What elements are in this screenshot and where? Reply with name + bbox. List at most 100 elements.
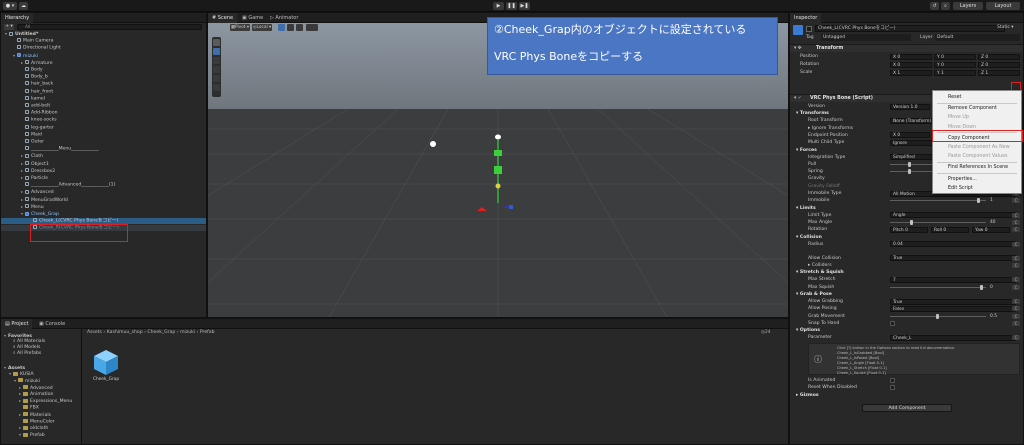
account-button[interactable]: ● ▾ bbox=[3, 2, 17, 10]
menu-item[interactable]: Paste Component As New bbox=[933, 143, 1021, 152]
hierarchy-item[interactable]: ▸ Cloth bbox=[1, 153, 206, 159]
slider-value[interactable]: 0.5 bbox=[990, 313, 997, 320]
physbone-field[interactable]: X 0 bbox=[890, 132, 930, 139]
menu-item[interactable]: Remove Component bbox=[933, 104, 1021, 113]
cloud-icon[interactable]: ☁ bbox=[19, 2, 28, 10]
hierarchy-item[interactable]: ▾ Cheek_Grap bbox=[1, 211, 206, 217]
hierarchy-item[interactable]: hair_back bbox=[1, 81, 206, 87]
transform-position-field[interactable]: X 0 bbox=[890, 53, 932, 60]
physbone-checkbox[interactable] bbox=[890, 320, 895, 326]
rotate-tool-icon[interactable] bbox=[213, 57, 220, 64]
menu-item[interactable]: Move Up bbox=[933, 113, 1021, 122]
curve-button[interactable]: C bbox=[1012, 299, 1020, 304]
tab-game[interactable]: ▣ Game bbox=[238, 13, 267, 23]
slider-knob[interactable] bbox=[936, 313, 939, 319]
curve-button[interactable]: C bbox=[1012, 241, 1020, 247]
project-folder-item[interactable]: ▸ oldcloth bbox=[1, 425, 81, 431]
curve-button[interactable]: C bbox=[1012, 284, 1020, 290]
grid-toggle-button[interactable] bbox=[287, 24, 294, 31]
layer-dropdown[interactable]: Default bbox=[935, 34, 1020, 41]
pause-button[interactable]: ❚❚ bbox=[506, 2, 517, 10]
hierarchy-item[interactable]: ▸ Advanced bbox=[1, 189, 206, 195]
transform-rotation-field[interactable]: Y 0 bbox=[934, 61, 976, 68]
project-folder-item[interactable]: ▾ Prefab bbox=[1, 432, 81, 438]
hierarchy-item[interactable]: ____________Menu____________ bbox=[1, 146, 206, 152]
curve-button[interactable]: C bbox=[1012, 263, 1020, 269]
physbone-section[interactable]: ▾ Options bbox=[790, 327, 1023, 334]
hierarchy-item[interactable]: ▸ Particle bbox=[1, 175, 206, 181]
hierarchy-item[interactable]: Directional Light bbox=[1, 45, 206, 51]
layers-dropdown[interactable]: Layers bbox=[953, 2, 983, 10]
scale-tool-icon[interactable] bbox=[213, 66, 220, 73]
transform-scale-field[interactable]: Z 1 bbox=[978, 69, 1020, 76]
project-folder-item[interactable]: ▸ Expressions_Menu bbox=[1, 398, 81, 404]
menu-item[interactable]: Edit Script bbox=[933, 184, 1021, 193]
project-folder-item[interactable]: ▾ mizuki bbox=[1, 378, 81, 384]
transform-position-field[interactable]: Y 0 bbox=[934, 53, 976, 60]
hierarchy-item[interactable]: Body bbox=[1, 67, 206, 73]
transform-scale-field[interactable]: Y 1 bbox=[934, 69, 976, 76]
transform-rotation-field[interactable]: X 0 bbox=[890, 61, 932, 68]
tab-project[interactable]: ▤ Project bbox=[1, 319, 33, 329]
hierarchy-item[interactable]: Main Camera bbox=[1, 38, 206, 44]
hierarchy-item[interactable]: Outer bbox=[1, 139, 206, 145]
physbone-field[interactable]: True bbox=[890, 298, 1016, 305]
move-tool-icon[interactable] bbox=[213, 48, 220, 55]
slider-knob[interactable] bbox=[977, 198, 981, 204]
menu-item[interactable]: Reset bbox=[933, 93, 1021, 102]
rect-tool-icon[interactable] bbox=[213, 75, 220, 82]
static-dropdown[interactable]: Static ▾ bbox=[997, 25, 1014, 30]
asset-tile[interactable]: Cheek_Grap bbox=[89, 348, 123, 388]
project-folder-item[interactable]: MenuColor bbox=[1, 418, 81, 425]
curve-button[interactable]: C bbox=[1012, 320, 1020, 326]
physbone-field[interactable]: Cheek_L bbox=[890, 334, 1016, 341]
layout-dropdown[interactable]: Layout bbox=[986, 2, 1020, 10]
transform-position-field[interactable]: Z 0 bbox=[978, 53, 1020, 60]
curve-button[interactable]: C bbox=[1012, 198, 1020, 204]
project-folder-item[interactable]: ▸ Materials bbox=[1, 412, 81, 418]
play-button[interactable]: ▶ bbox=[493, 2, 504, 10]
physbone-slider[interactable] bbox=[890, 221, 986, 223]
tab-animator[interactable]: ▷ Animator bbox=[266, 13, 302, 23]
curve-button[interactable]: C bbox=[1012, 313, 1020, 319]
physbone-section[interactable]: ▾ Grab & Pose bbox=[790, 291, 1023, 298]
favorite-item[interactable]: ⌕ All Prefabs bbox=[1, 351, 81, 357]
roll-field[interactable]: Roll 0 bbox=[931, 226, 969, 233]
physbone-slider[interactable] bbox=[890, 286, 986, 288]
tab-hierarchy[interactable]: Hierarchy bbox=[1, 13, 34, 23]
hierarchy-item[interactable]: ▸ Armature bbox=[1, 60, 206, 66]
physbone-field[interactable]: False bbox=[890, 305, 1016, 312]
add-component-button[interactable]: Add Component bbox=[862, 404, 952, 413]
hierarchy-item[interactable]: add-belt bbox=[1, 103, 206, 109]
slider-knob[interactable] bbox=[908, 169, 912, 175]
hierarchy-item[interactable]: ▾ mizuki bbox=[1, 53, 206, 59]
hierarchy-item[interactable]: ▸ Dressbox2 bbox=[1, 168, 206, 174]
pivot-dropdown[interactable]: ▦Pivot ▾ bbox=[230, 24, 250, 31]
hierarchy-item[interactable]: ▸ Object1 bbox=[1, 161, 206, 167]
physbone-field[interactable]: 0.04 bbox=[890, 241, 1016, 247]
curve-button[interactable]: C bbox=[1012, 212, 1020, 218]
active-checkbox[interactable] bbox=[806, 26, 812, 32]
render-mode-button[interactable] bbox=[306, 24, 318, 31]
slider-knob[interactable] bbox=[980, 284, 984, 290]
project-folder-item[interactable]: ▸ Animation bbox=[1, 391, 81, 397]
yaw-field[interactable]: Yaw 0 bbox=[972, 226, 1010, 233]
hierarchy-item[interactable]: ▾ Untitled* bbox=[1, 31, 206, 37]
physbone-section[interactable]: ▾ Stretch & Squish bbox=[790, 269, 1023, 276]
curve-button[interactable]: C bbox=[1012, 335, 1020, 341]
hierarchy-item[interactable]: ____________Advanced____________(1) bbox=[1, 182, 206, 188]
pitch-field[interactable]: Pitch 0 bbox=[890, 226, 928, 233]
hierarchy-item[interactable]: hair_front bbox=[1, 88, 206, 95]
hierarchy-item[interactable]: leg-garter bbox=[1, 124, 206, 131]
tab-scene[interactable]: # Scene bbox=[208, 13, 238, 23]
hierarchy-item[interactable]: Body_b bbox=[1, 74, 206, 80]
physbone-section[interactable]: ▾ Limits bbox=[790, 205, 1023, 212]
hierarchy-item[interactable]: Maid bbox=[1, 131, 206, 138]
physbone-section[interactable]: ▾ Collision bbox=[790, 234, 1023, 241]
hand-tool-icon[interactable] bbox=[213, 39, 220, 46]
add-object-button[interactable]: + ▾ bbox=[4, 24, 14, 30]
physbone-slider[interactable] bbox=[890, 200, 986, 202]
project-folder-item[interactable]: ▸ Advanced bbox=[1, 385, 81, 391]
local-dropdown[interactable]: ◎Local ▾ bbox=[252, 24, 272, 31]
snap-settings-button[interactable] bbox=[296, 24, 303, 31]
